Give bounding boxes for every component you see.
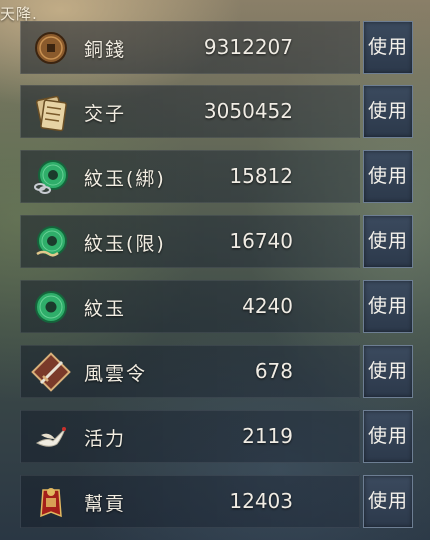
bound-jade-icon [31, 157, 71, 197]
list-item-limited-jade: 紋玉(限) 16740 使用 [20, 215, 416, 268]
row-panel: 風雲令 678 [20, 345, 360, 398]
item-name: 紋玉(限) [84, 233, 166, 255]
use-button-vitality[interactable]: 使用 [363, 410, 413, 463]
use-button-guild-contribution[interactable]: 使用 [363, 475, 413, 528]
limited-jade-icon [31, 222, 71, 262]
row-panel: 紋玉(綁) 15812 [20, 150, 360, 203]
item-count: 12403 [229, 489, 293, 513]
row-panel: 幫貢 12403 [20, 475, 360, 528]
row-panel: 活力 2119 [20, 410, 360, 463]
item-count: 3050452 [203, 99, 293, 123]
use-button-limited-jade[interactable]: 使用 [363, 215, 413, 268]
list-item-bound-jade: 紋玉(綁) 15812 使用 [20, 150, 416, 203]
use-button-copper-coin[interactable]: 使用 [363, 21, 413, 74]
list-item-paper-money: 交子 3050452 使用 [20, 85, 416, 138]
use-button-wind-cloud-token[interactable]: 使用 [363, 345, 413, 398]
currency-list: 銅錢 9312207 使用 交子 3050452 使用 紋玉(綁) 15812 … [20, 0, 416, 540]
list-item-jade: 紋玉 4240 使用 [20, 280, 416, 333]
use-button-bound-jade[interactable]: 使用 [363, 150, 413, 203]
item-name: 交子 [84, 103, 127, 125]
list-item-guild-contribution: 幫貢 12403 使用 [20, 475, 416, 528]
use-button-jade[interactable]: 使用 [363, 280, 413, 333]
guild-badge-icon [31, 482, 71, 522]
item-name: 風雲令 [84, 363, 148, 385]
list-item-vitality: 活力 2119 使用 [20, 410, 416, 463]
use-button-paper-money[interactable]: 使用 [363, 85, 413, 138]
row-panel: 交子 3050452 [20, 85, 360, 138]
list-item-wind-cloud-token: 風雲令 678 使用 [20, 345, 416, 398]
crane-icon [31, 417, 71, 457]
item-name: 幫貢 [84, 493, 127, 515]
item-name: 銅錢 [84, 39, 127, 61]
item-count: 678 [254, 359, 293, 383]
item-count: 16740 [229, 229, 293, 253]
copper-coin-icon [31, 28, 71, 68]
item-name: 紋玉 [84, 298, 127, 320]
item-count: 15812 [229, 164, 293, 188]
row-panel: 紋玉(限) 16740 [20, 215, 360, 268]
item-count: 4240 [242, 294, 293, 318]
row-panel: 紋玉 4240 [20, 280, 360, 333]
token-sword-icon [31, 352, 71, 392]
item-name: 活力 [84, 428, 127, 450]
item-count: 9312207 [203, 35, 293, 59]
row-panel: 銅錢 9312207 [20, 21, 360, 74]
item-name: 紋玉(綁) [84, 168, 166, 190]
paper-money-icon [31, 92, 71, 132]
item-count: 2119 [242, 424, 293, 448]
jade-icon [31, 287, 71, 327]
list-item-copper-coin: 銅錢 9312207 使用 [20, 21, 416, 74]
